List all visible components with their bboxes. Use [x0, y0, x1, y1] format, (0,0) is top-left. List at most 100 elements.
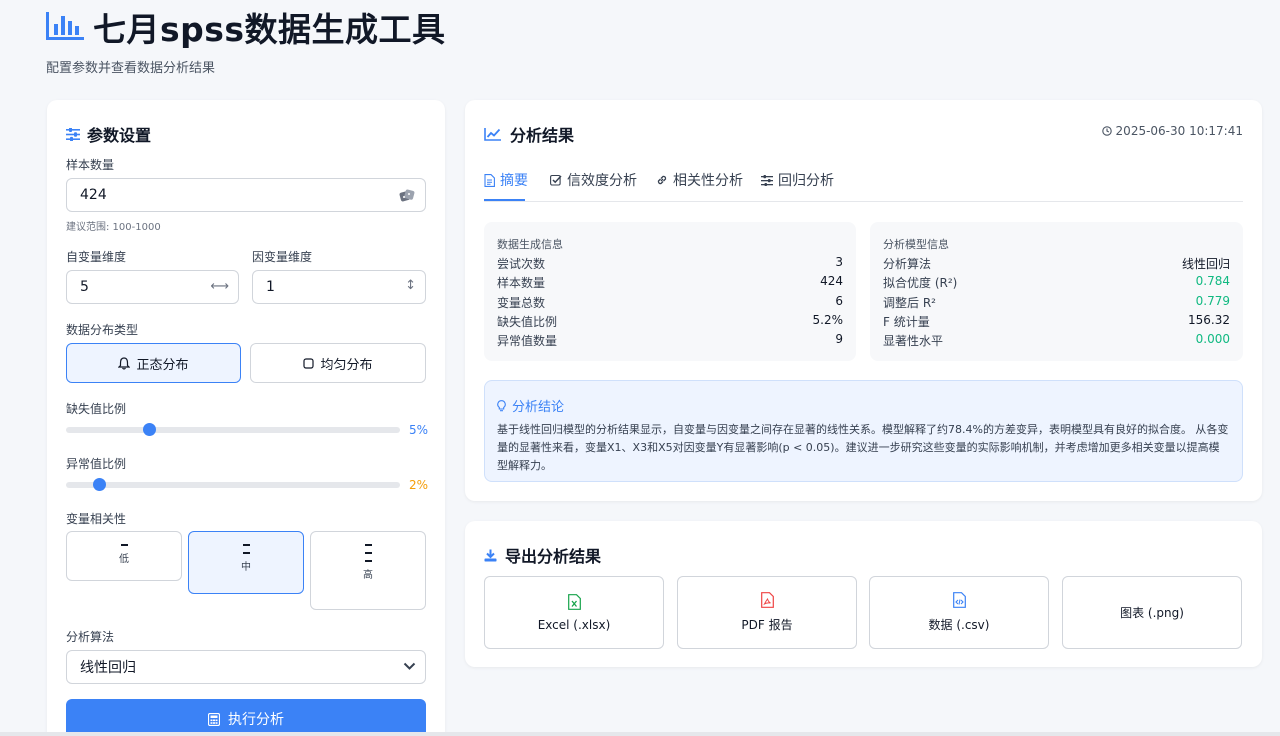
check-square-icon [550, 174, 562, 186]
export-excel-button[interactable]: Excel (.xlsx) [484, 576, 664, 649]
corr-low-button[interactable]: 低 [66, 531, 182, 581]
model-info-row: F 统计量 156.32 [883, 313, 1230, 330]
row-value: 线性回归 [1181, 257, 1230, 271]
conclusion-text: 基于线性回归模型的分析结果显示，自变量与因变量之间存在显著的线性关系。模型解释了… [497, 423, 1229, 472]
export-png-label: 图表 (.png) [1120, 606, 1184, 620]
export-csv-label: 数据 (.csv) [928, 618, 990, 632]
bell-icon [118, 356, 131, 370]
file-code-icon [952, 592, 966, 608]
results-panel: 分析结果 2025-06-30 10:17:41 摘要 信效度分析 相关性分析 … [465, 100, 1262, 501]
dist-uniform-label: 均匀分布 [320, 357, 373, 373]
export-csv-button[interactable]: 数据 (.csv) [869, 576, 1049, 649]
outlier-slider-handle[interactable] [92, 478, 106, 491]
results-title: 分析结果 [510, 126, 575, 145]
algo-select[interactable]: 线性回归 [66, 650, 426, 684]
tab-summary[interactable]: 摘要 [484, 170, 528, 190]
row-value: 9 [835, 332, 843, 346]
conclusion-box: 分析结论 基于线性回归模型的分析结果显示，自变量与因变量之间存在显著的线性关系。… [484, 380, 1243, 482]
outlier-value: 2% [409, 478, 429, 492]
horizontal-arrows-icon: ⟷ [210, 279, 229, 294]
bar-chart-icon [46, 12, 84, 40]
level-bar [364, 552, 372, 554]
tab-summary-label: 摘要 [500, 173, 528, 189]
row-value: 156.32 [1188, 313, 1230, 327]
indep-value: 5 [80, 279, 89, 295]
file-pdf-icon [760, 592, 774, 608]
download-icon [484, 549, 497, 561]
level-bar [364, 560, 372, 562]
algo-label: 分析算法 [66, 630, 115, 644]
export-pdf-button[interactable]: PDF 报告 [677, 576, 857, 649]
tab-active-indicator [484, 199, 525, 201]
row-value: 0.000 [1195, 332, 1230, 346]
params-title: 参数设置 [87, 126, 152, 145]
tab-reliability[interactable]: 信效度分析 [550, 170, 637, 190]
indep-input[interactable]: 5 ⟷ [66, 270, 239, 304]
gen-info-row: 尝试次数 3 [497, 255, 843, 272]
row-label: 尝试次数 [497, 257, 546, 271]
line-chart-icon [484, 128, 501, 141]
row-label: 样本数量 [497, 276, 546, 290]
level-bar [120, 544, 128, 546]
row-value: 3 [835, 255, 843, 269]
missing-slider-handle[interactable] [143, 423, 156, 436]
row-value: 0.779 [1195, 294, 1230, 308]
lightbulb-icon [497, 399, 506, 411]
model-info-row: 调整后 R² 0.779 [883, 294, 1230, 311]
export-title: 导出分析结果 [505, 547, 602, 566]
params-panel: 参数设置 样本数量 424 建议范围: 100-1000 自变量维度 5 ⟷ 因… [47, 100, 445, 736]
sample-input[interactable]: 424 [66, 178, 426, 212]
dep-label: 因变量维度 [252, 250, 313, 264]
tab-divider [484, 201, 1243, 202]
model-info-row: 拟合优度 (R²) 0.784 [883, 274, 1230, 291]
gen-info-row: 变量总数 6 [497, 294, 843, 311]
model-info-row: 显著性水平 0.000 [883, 332, 1230, 349]
chevron-down-icon [403, 662, 416, 670]
algo-value: 线性回归 [80, 660, 136, 676]
outlier-slider[interactable] [66, 478, 400, 491]
app-subtitle: 配置参数并查看数据分析结果 [46, 61, 216, 76]
level-bar [242, 552, 250, 554]
missing-label: 缺失值比例 [66, 402, 127, 416]
tab-regression[interactable]: 回归分析 [761, 170, 834, 190]
row-label: 调整后 R² [883, 296, 936, 310]
link-icon [657, 175, 667, 185]
result-timestamp: 2025-06-30 10:17:41 [1115, 124, 1243, 138]
export-png-button[interactable]: 图表 (.png) [1062, 576, 1242, 649]
export-excel-label: Excel (.xlsx) [537, 617, 611, 632]
gen-info-row: 缺失值比例 5.2% [497, 313, 843, 330]
sliders-icon [761, 174, 773, 186]
export-panel: 导出分析结果 Excel (.xlsx) PDF 报告 数据 (.csv) 图表… [465, 521, 1262, 667]
row-label: 异常值数量 [497, 334, 558, 348]
missing-slider[interactable] [66, 423, 400, 436]
dist-normal-button[interactable]: 正态分布 [66, 343, 241, 383]
corr-high-label: 高 [363, 570, 373, 581]
tab-correlation[interactable]: 相关性分析 [656, 170, 743, 190]
row-label: 分析算法 [883, 257, 932, 271]
row-label: 拟合优度 (R²) [883, 276, 958, 290]
sample-hint: 建议范围: 100-1000 [66, 222, 161, 233]
tab-regression-label: 回归分析 [778, 173, 834, 189]
model-info-title: 分析模型信息 [883, 238, 949, 251]
dep-input[interactable]: 1 ↕ [252, 270, 426, 304]
vertical-arrows-icon: ↕ [405, 278, 416, 293]
file-text-icon [484, 173, 495, 187]
tab-reliability-label: 信效度分析 [567, 173, 637, 189]
dep-value: 1 [266, 279, 275, 295]
corr-high-button[interactable]: 高 [310, 531, 426, 610]
calculator-icon [208, 712, 220, 726]
row-label: F 统计量 [883, 315, 930, 329]
dist-label: 数据分布类型 [66, 323, 139, 337]
row-value: 0.784 [1195, 274, 1230, 288]
row-value: 424 [820, 274, 843, 288]
tab-correlation-label: 相关性分析 [673, 173, 743, 189]
file-excel-icon [567, 593, 581, 610]
dist-uniform-button[interactable]: 均匀分布 [250, 343, 426, 383]
corr-low-label: 低 [119, 554, 129, 565]
row-label: 缺失值比例 [497, 315, 558, 329]
dice-icon[interactable] [399, 188, 415, 204]
corr-mid-button[interactable]: 中 [188, 531, 304, 594]
run-analysis-button[interactable]: 执行分析 [66, 699, 426, 736]
indep-label: 自变量维度 [66, 250, 127, 264]
sample-label: 样本数量 [66, 158, 115, 172]
